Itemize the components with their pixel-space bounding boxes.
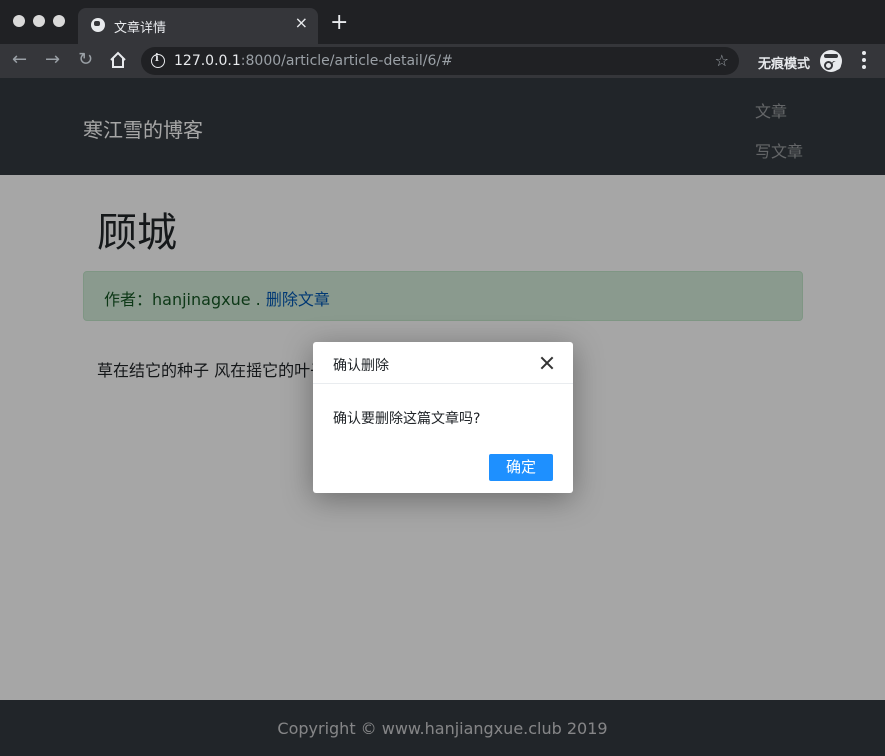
kebab-menu-icon[interactable] [862,51,866,71]
back-arrow-icon[interactable]: ← [12,50,27,70]
confirm-button[interactable]: 确定 [489,454,553,481]
close-icon[interactable]: × [295,15,308,31]
forward-arrow-icon[interactable]: → [45,50,60,70]
modal-header: 确认删除 [313,342,573,384]
web-page: 寒江雪的博客 文章 写文章 顾城 作者：hanjinagxue . 删除文章 草… [0,78,885,756]
address-bar[interactable]: 127.0.0.1:8000/article/article-detail/6/… [141,47,739,75]
home-icon[interactable] [109,51,127,69]
window-close-dot[interactable] [13,15,25,27]
window-zoom-dot[interactable] [53,15,65,27]
incognito-icon[interactable] [820,50,842,72]
browser-toolbar: ← → ↻ 127.0.0.1:8000/article/article-det… [0,44,885,78]
url-text[interactable]: 127.0.0.1:8000/article/article-detail/6/… [174,53,453,69]
close-icon[interactable] [539,355,555,371]
star-icon[interactable]: ☆ [715,51,729,70]
plus-icon[interactable]: + [330,12,348,34]
globe-icon [91,18,105,32]
window-minimize-dot[interactable] [33,15,45,27]
incognito-label: 无痕模式 [758,57,811,72]
confirm-delete-modal: 确认删除 确认要删除这篇文章吗? 确定 [313,342,573,493]
info-icon[interactable] [151,53,165,68]
reload-icon[interactable]: ↻ [78,50,93,70]
tab-title: 文章详情 [114,21,167,36]
modal-message: 确认要删除这篇文章吗? [333,411,481,427]
modal-title: 确认删除 [333,358,389,374]
browser-tab[interactable]: 文章详情 × [78,8,318,44]
browser-tab-bar: 文章详情 × + [0,0,885,44]
